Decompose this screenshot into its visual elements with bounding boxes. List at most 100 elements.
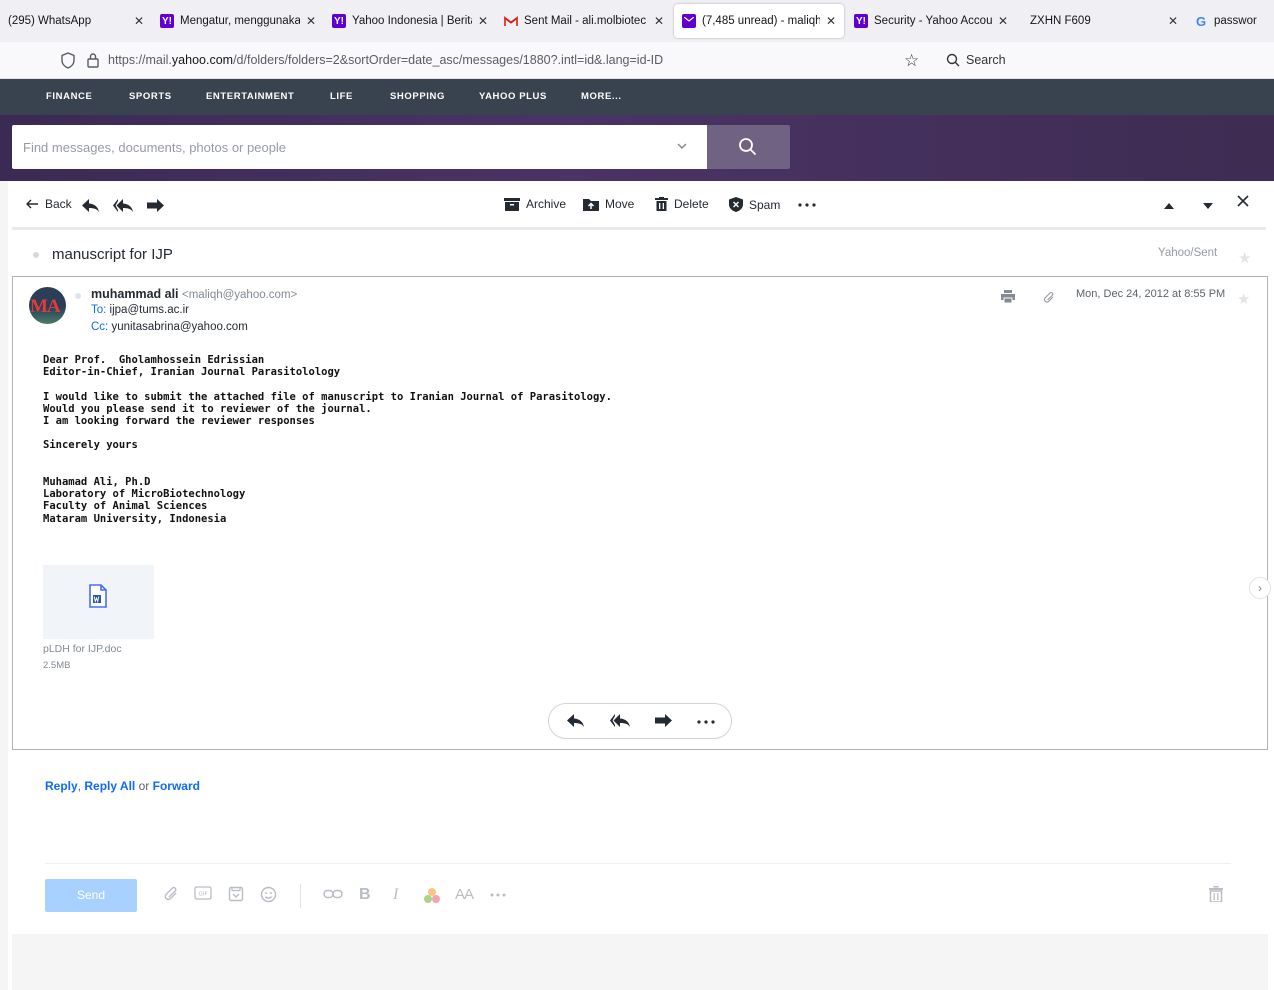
link-icon[interactable] — [323, 889, 343, 899]
more-dots-icon[interactable] — [490, 893, 506, 897]
attachment-thumbnail[interactable] — [43, 565, 154, 639]
browser-search-box[interactable]: Search — [946, 53, 1006, 67]
forward-icon[interactable] — [147, 199, 164, 212]
star-icon[interactable]: ★ — [1237, 290, 1250, 308]
nav-entertainment[interactable]: ENTERTAINMENT — [206, 91, 294, 102]
gif-icon[interactable]: GIF — [194, 886, 212, 900]
tab-title: passwor — [1214, 15, 1257, 27]
tab-zxhn[interactable]: ZXHN F609 ✕ — [1016, 0, 1186, 42]
nav-finance[interactable]: FINANCE — [46, 91, 92, 102]
trash-icon[interactable] — [1209, 886, 1223, 902]
search-icon — [946, 53, 960, 67]
more-actions-button[interactable] — [798, 203, 816, 207]
trash-icon — [655, 197, 668, 211]
mail-favicon-icon — [682, 14, 696, 28]
nav-yahoo-plus[interactable]: YAHOO PLUS — [479, 91, 547, 102]
bookmark-star-icon[interactable]: ☆ — [904, 51, 919, 71]
reply-icon[interactable] — [567, 714, 584, 727]
more-dots-icon[interactable] — [697, 720, 715, 724]
chevron-right-icon[interactable]: › — [1249, 577, 1271, 599]
send-button[interactable]: Send — [45, 879, 137, 912]
emoji-icon[interactable] — [260, 886, 277, 903]
message-subject: manuscript for IJP — [52, 246, 173, 263]
browser-tab-strip: (295) WhatsApp ✕ Y! Mengatur, menggunaka… — [0, 0, 1274, 42]
or-text: or — [138, 779, 150, 793]
cc-label: Cc: — [91, 321, 109, 333]
nav-life[interactable]: LIFE — [330, 91, 353, 102]
tab-whatsapp[interactable]: (295) WhatsApp ✕ — [0, 0, 152, 42]
star-icon[interactable]: ★ — [1238, 249, 1251, 267]
delete-button[interactable]: Delete — [655, 197, 709, 211]
close-icon[interactable]: ✕ — [998, 14, 1008, 28]
lock-icon[interactable] — [86, 52, 100, 68]
next-message-icon[interactable] — [1203, 203, 1213, 209]
tab-yahoo-indonesia[interactable]: Y! Yahoo Indonesia | Berita, ✕ — [324, 0, 496, 42]
italic-icon[interactable]: I — [393, 886, 398, 904]
arrow-left-icon — [26, 199, 38, 209]
attachment-name[interactable]: pLDH for IJP.doc — [43, 643, 122, 655]
archive-icon — [504, 197, 520, 211]
tab-yahoo-mail-active[interactable]: (7,485 unread) - maliqh@ ✕ — [674, 4, 844, 38]
tab-title: Mengatur, menggunakan — [180, 15, 300, 27]
close-icon[interactable] — [1237, 195, 1249, 207]
reply-icon[interactable] — [82, 199, 99, 212]
search-icon — [739, 138, 757, 156]
close-icon[interactable]: ✕ — [1168, 14, 1178, 28]
reply-all-icon[interactable] — [610, 714, 630, 727]
read-status-dot[interactable] — [33, 252, 39, 258]
nav-sports[interactable]: SPORTS — [129, 91, 172, 102]
tab-sent-mail[interactable]: Sent Mail - ali.molbiotec ✕ — [496, 0, 672, 42]
to-label: To: — [91, 304, 107, 316]
tab-security[interactable]: Y! Security - Yahoo Accoun ✕ — [846, 0, 1016, 42]
mail-header: Find messages, documents, photos or peop… — [0, 115, 1274, 181]
folder-label: Yahoo/Sent — [1158, 247, 1218, 259]
url-domain: yahoo.com — [171, 53, 234, 67]
message-toolbar: Back Archive Move Delete Spam — [12, 182, 1266, 230]
forward-link[interactable]: Forward — [153, 779, 200, 793]
url-field[interactable]: https://mail.yahoo.com/d/folders/folders… — [108, 53, 663, 67]
yahoo-category-nav: FINANCE SPORTS ENTERTAINMENT LIFE SHOPPI… — [0, 79, 1274, 115]
print-icon[interactable] — [1001, 290, 1015, 303]
chevron-down-icon[interactable] — [675, 139, 689, 153]
previous-message-icon[interactable] — [1164, 203, 1174, 209]
reply-all-link[interactable]: Reply All — [84, 779, 135, 793]
close-icon[interactable]: ✕ — [826, 14, 836, 28]
close-icon[interactable]: ✕ — [654, 14, 664, 28]
to-address[interactable]: ijpa@tums.ac.ir — [110, 304, 189, 316]
tab-mengatur[interactable]: Y! Mengatur, menggunakan ✕ — [152, 0, 324, 42]
close-icon[interactable]: ✕ — [134, 14, 144, 28]
attach-file-icon[interactable] — [163, 886, 179, 902]
nav-shopping[interactable]: SHOPPING — [390, 91, 445, 102]
gmail-favicon-icon — [504, 14, 518, 28]
mail-search-button[interactable] — [707, 125, 790, 169]
more-dots-icon — [798, 203, 816, 207]
nav-more[interactable]: MORE... — [581, 91, 622, 102]
tab-google[interactable]: G passwor — [1186, 0, 1268, 42]
cc-address[interactable]: yunitasabrina@yahoo.com — [111, 321, 247, 333]
tab-title: (295) WhatsApp — [8, 15, 92, 27]
bold-icon[interactable]: B — [359, 886, 371, 904]
reply-links: Reply, Reply All or Forward — [45, 779, 200, 793]
shield-icon[interactable] — [60, 52, 76, 69]
reply-all-icon[interactable] — [113, 199, 133, 212]
stationery-icon[interactable] — [228, 886, 244, 902]
move-button[interactable]: Move — [583, 197, 634, 211]
left-edge-strip — [0, 181, 8, 990]
spam-button[interactable]: Spam — [729, 197, 780, 212]
tab-title: Yahoo Indonesia | Berita, — [352, 15, 472, 27]
close-icon[interactable]: ✕ — [306, 14, 316, 28]
forward-icon[interactable] — [655, 714, 672, 727]
archive-button[interactable]: Archive — [504, 197, 566, 211]
avatar: MA — [29, 287, 66, 324]
font-size-icon[interactable]: AA — [455, 886, 474, 903]
reply-link[interactable]: Reply — [45, 779, 78, 793]
mail-search-input[interactable]: Find messages, documents, photos or peop… — [12, 125, 707, 169]
address-bar: https://mail.yahoo.com/d/folders/folders… — [0, 42, 1274, 79]
move-label: Move — [605, 197, 635, 211]
archive-label: Archive — [526, 197, 567, 211]
back-button[interactable]: Back — [26, 197, 72, 211]
sender-email: <maliqh@yahoo.com> — [182, 289, 298, 301]
text-color-icon[interactable] — [423, 887, 441, 904]
sender[interactable]: muhammad ali <maliqh@yahoo.com> — [91, 287, 297, 301]
close-icon[interactable]: ✕ — [478, 14, 488, 28]
